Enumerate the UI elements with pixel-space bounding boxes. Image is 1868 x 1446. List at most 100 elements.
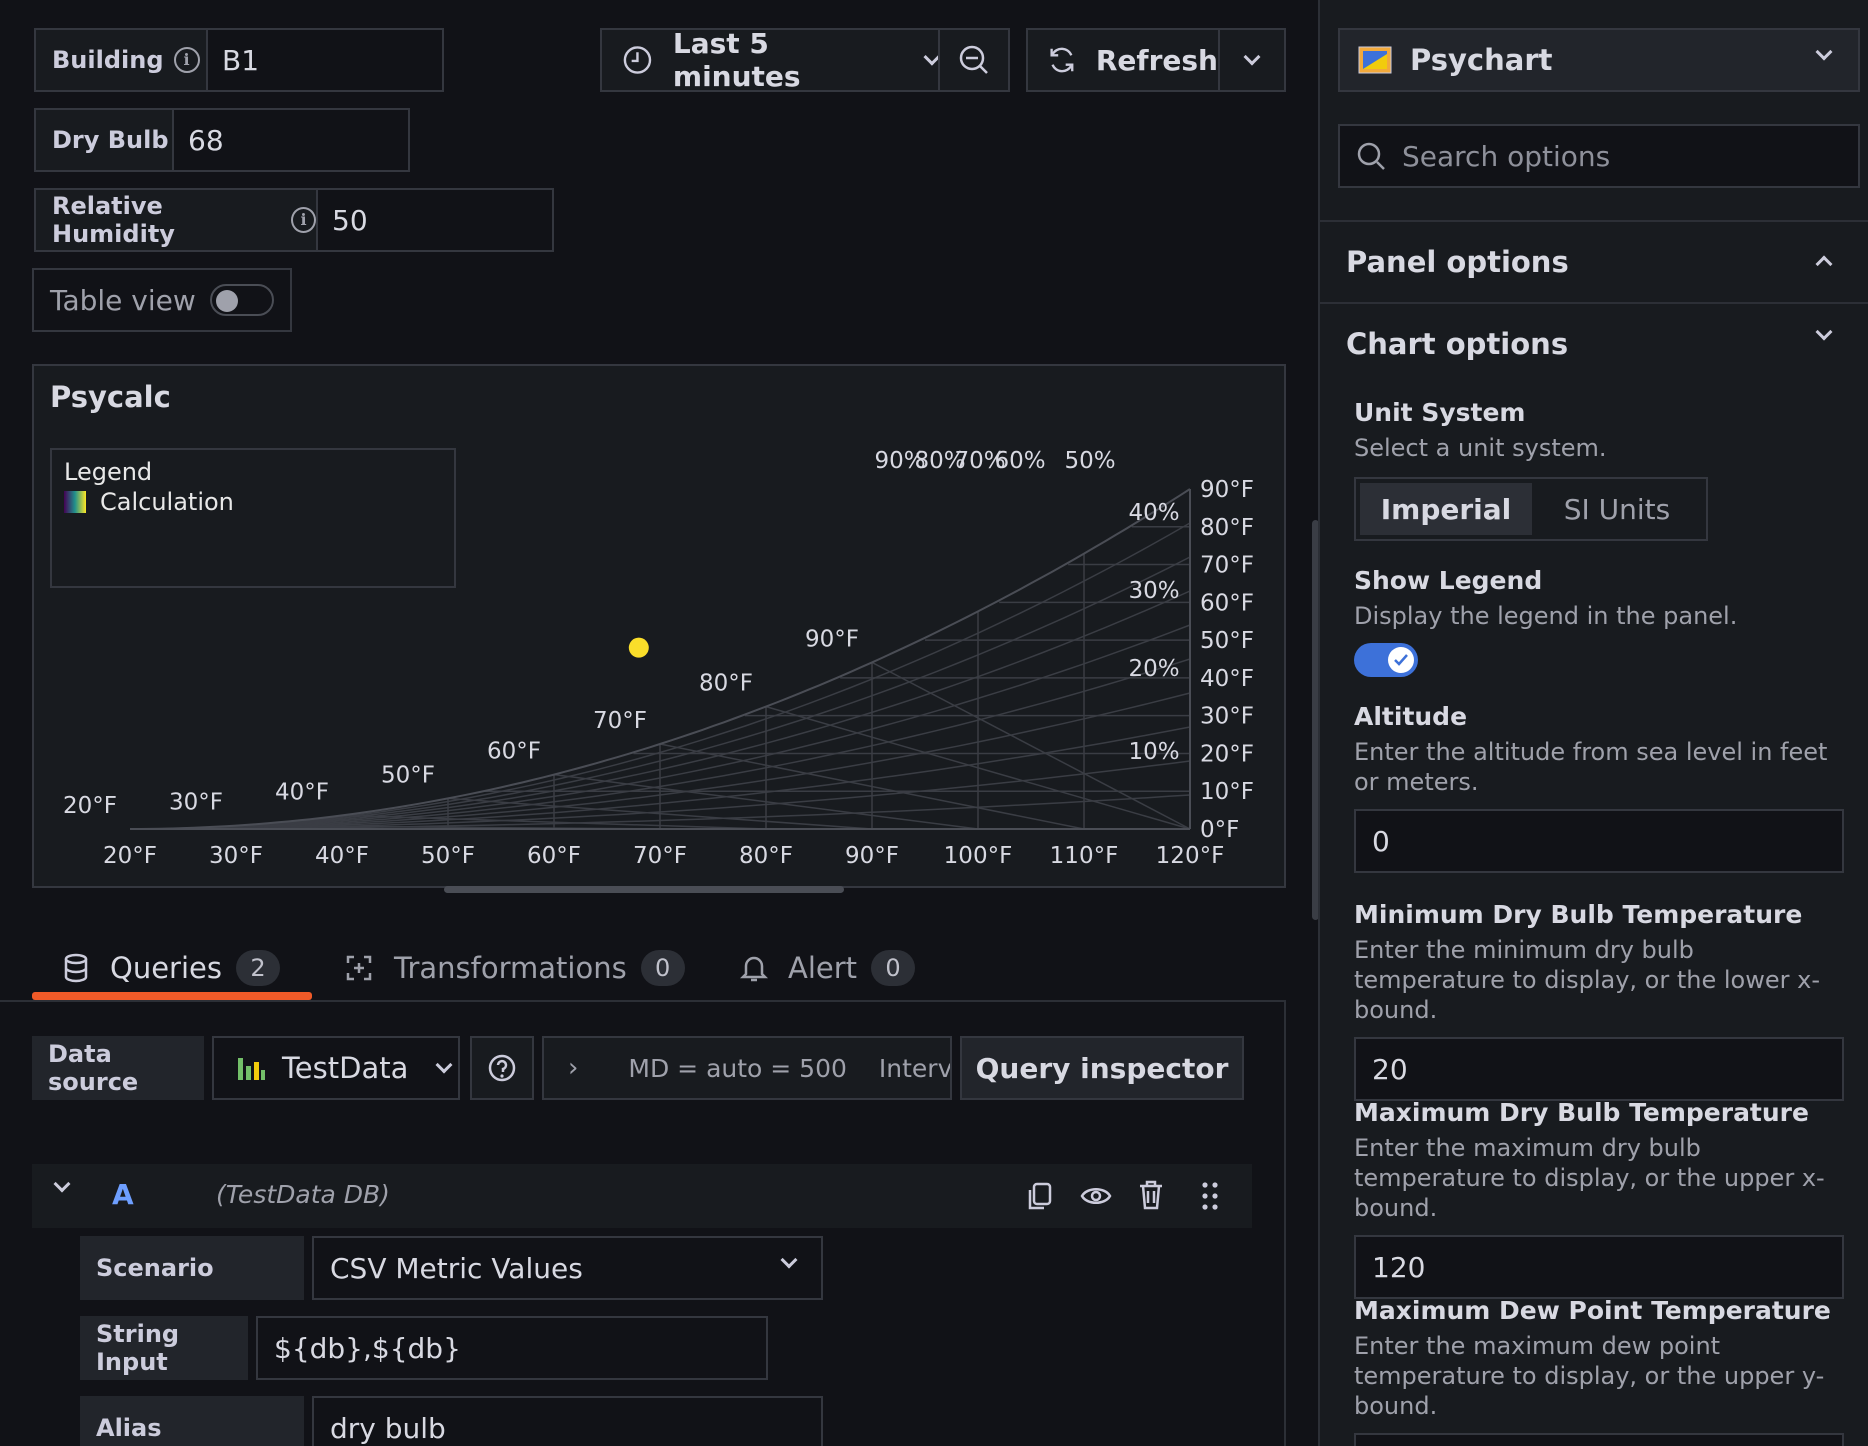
chevron-down-icon	[1815, 43, 1833, 61]
altitude-input[interactable]: 0	[1354, 809, 1844, 873]
option-description: Enter the maximum dew point temperature …	[1354, 1332, 1825, 1420]
tab-queries[interactable]: Queries 2	[62, 944, 280, 992]
option-max-dew-point: Maximum Dew Point Temperature Enter the …	[1354, 1296, 1844, 1446]
tab-label: Queries	[110, 951, 222, 985]
unit-si-option[interactable]: SI Units	[1532, 483, 1702, 535]
option-title: Minimum Dry Bulb Temperature	[1354, 900, 1803, 929]
info-icon[interactable]: i	[173, 47, 200, 73]
section-title: Panel options	[1346, 245, 1569, 279]
option-description: Select a unit system.	[1354, 434, 1607, 462]
horizontal-scrollbar[interactable]	[444, 886, 844, 893]
query-datasource-name: (TestData DB)	[216, 1180, 390, 1209]
query-editor: Data source TestData › MD = auto = 500 I…	[0, 1002, 1286, 1446]
x-tick-label: 50°F	[421, 843, 475, 869]
option-description: Enter the maximum dry bulb temperature t…	[1354, 1134, 1825, 1222]
data-source-label: Data source	[32, 1036, 204, 1100]
max-dry-bulb-input[interactable]: 120	[1354, 1235, 1844, 1299]
drag-handle-icon[interactable]	[1200, 1180, 1220, 1212]
saturation-temp-label: 50°F	[381, 762, 435, 788]
x-tick-label: 40°F	[315, 843, 369, 869]
dry-bulb-input[interactable]: 68	[172, 110, 408, 170]
active-tab-indicator	[32, 992, 312, 1000]
variable-building: Building i B1	[34, 28, 444, 92]
query-inspector-button[interactable]: Query inspector	[960, 1036, 1244, 1100]
chevron-up-icon	[1815, 255, 1833, 273]
query-row-header: A (TestData DB)	[32, 1164, 1252, 1228]
y-tick-label: 30°F	[1200, 704, 1254, 730]
table-view-switch[interactable]	[209, 284, 274, 316]
saturation-temp-label: 80°F	[699, 671, 753, 697]
query-ref-id[interactable]: A	[112, 1178, 134, 1211]
variable-building-label: Building i	[36, 30, 206, 90]
saturation-temp-label: 30°F	[169, 790, 223, 816]
visualization-picker[interactable]: Psychart	[1338, 28, 1860, 92]
refresh-icon	[1050, 47, 1074, 73]
refresh-interval-dropdown[interactable]	[1218, 28, 1286, 92]
tab-transformations[interactable]: Transformations 0	[344, 944, 685, 992]
info-icon[interactable]: i	[291, 207, 316, 233]
string-input-field[interactable]: ${db},${db}	[256, 1316, 768, 1380]
y-tick-label: 20°F	[1200, 741, 1254, 767]
saturation-temp-label: 20°F	[63, 793, 117, 819]
chevron-down-icon	[1815, 323, 1833, 341]
string-input-label: String Input	[80, 1316, 248, 1380]
transform-icon	[346, 955, 372, 981]
x-tick-label: 60°F	[527, 843, 581, 869]
max-dew-point-input[interactable]	[1354, 1433, 1844, 1446]
panel-options-header[interactable]: Panel options	[1320, 222, 1868, 302]
search-options-input[interactable]: Search options	[1338, 124, 1860, 188]
trash-icon[interactable]	[1138, 1180, 1164, 1210]
saturation-temp-label: 40°F	[275, 779, 329, 805]
option-description: Display the legend in the panel.	[1354, 602, 1738, 630]
x-tick-label: 120°F	[1156, 843, 1225, 869]
check-icon	[1388, 647, 1414, 673]
rh-label: 60%	[994, 448, 1045, 474]
time-range-picker[interactable]: Last 5 minutes	[600, 27, 941, 93]
collapse-chevron-icon[interactable]	[53, 1175, 71, 1193]
query-options-toggle[interactable]: › MD = auto = 500 Interva	[542, 1036, 952, 1100]
y-tick-label: 80°F	[1200, 515, 1254, 541]
transformations-count-badge: 0	[640, 950, 685, 986]
duplicate-icon[interactable]	[1026, 1182, 1054, 1212]
data-source-help-button[interactable]	[470, 1036, 534, 1100]
scenario-select[interactable]: CSV Metric Values	[312, 1236, 823, 1300]
tab-label: Alert	[788, 951, 858, 985]
alias-value: dry bulb	[330, 1411, 446, 1445]
x-tick-label: 90°F	[845, 843, 899, 869]
y-tick-label: 0°F	[1200, 817, 1239, 843]
editor-left-pane: Building i B1 Dry Bulb 68 Relative Humid…	[0, 0, 1319, 1446]
option-altitude: Altitude Enter the altitude from sea lev…	[1354, 702, 1844, 873]
x-tick-label: 70°F	[633, 843, 687, 869]
tab-alert[interactable]: Alert 0	[740, 944, 916, 992]
data-source-picker[interactable]: TestData	[212, 1036, 460, 1100]
building-input[interactable]: B1	[206, 30, 442, 90]
time-range-label: Last 5 minutes	[672, 27, 801, 93]
variable-dry-bulb-label: Dry Bulb	[36, 110, 172, 170]
table-view-label: Table view	[50, 283, 196, 317]
alias-input[interactable]: dry bulb	[312, 1396, 823, 1446]
chevron-down-icon	[435, 1056, 453, 1074]
chart-options-header[interactable]: Chart options	[1320, 304, 1868, 384]
option-title: Maximum Dry Bulb Temperature	[1354, 1098, 1809, 1127]
y-tick-label: 10°F	[1200, 779, 1254, 805]
refresh-button[interactable]: Refresh	[1026, 28, 1220, 92]
query-options-summary: MD = auto = 500	[628, 1053, 847, 1083]
show-legend-switch[interactable]	[1354, 643, 1418, 677]
relative-humidity-input[interactable]: 50	[316, 190, 552, 250]
query-inspector-label: Query inspector	[975, 1051, 1229, 1085]
option-max-dry-bulb: Maximum Dry Bulb Temperature Enter the m…	[1354, 1098, 1844, 1299]
min-dry-bulb-input[interactable]: 20	[1354, 1037, 1844, 1101]
rh-label: 30%	[1128, 578, 1179, 604]
y-tick-label: 90°F	[1200, 477, 1254, 503]
psychrometric-chart: 20°F 30°F 40°F 50°F 60°F 70°F 80°F 90°F 100°F 110…	[63, 448, 1254, 869]
zoom-out-button[interactable]	[938, 28, 1010, 92]
data-source-name: TestData	[282, 1051, 409, 1085]
x-tick-label: 110°F	[1050, 843, 1119, 869]
eye-icon[interactable]	[1080, 1184, 1112, 1208]
y-tick-label: 60°F	[1200, 590, 1254, 616]
option-title: Show Legend	[1354, 566, 1543, 595]
unit-system-radio-group: Imperial SI Units	[1354, 477, 1708, 541]
unit-imperial-option[interactable]: Imperial	[1360, 483, 1532, 535]
section-title: Chart options	[1346, 327, 1569, 361]
option-title: Maximum Dew Point Temperature	[1354, 1296, 1831, 1325]
